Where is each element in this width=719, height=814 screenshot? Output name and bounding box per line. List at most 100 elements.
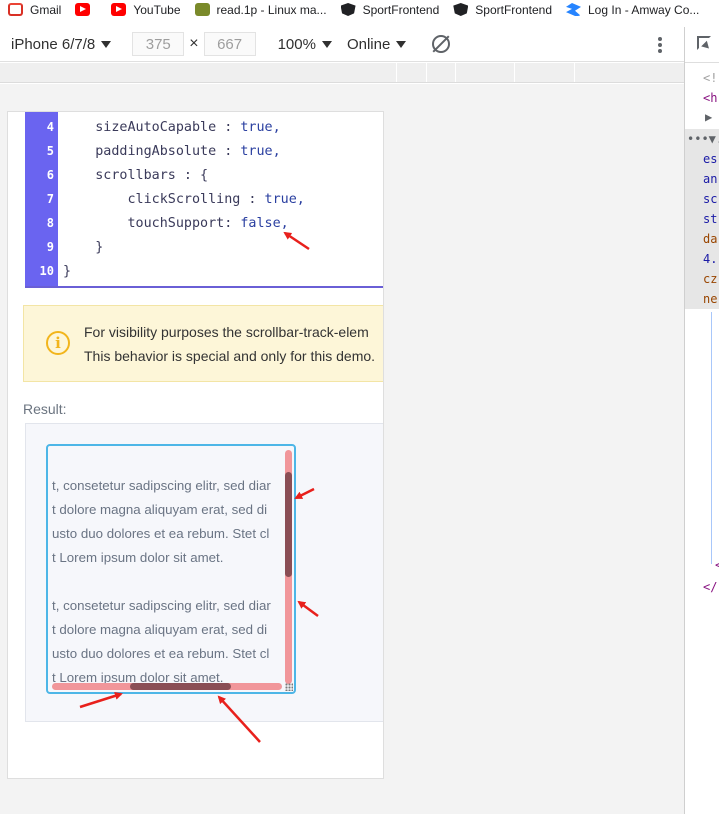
- ruler-segment: [574, 63, 575, 82]
- code-text: }: [58, 264, 71, 279]
- device-toolbar: iPhone 6/7/8 375 × 667 100% Online: [0, 27, 684, 62]
- network-throttle-select[interactable]: Online: [346, 35, 407, 53]
- code-text: sizeAutoCapable : true,: [58, 119, 281, 135]
- demo-paragraph: t, consetetur sadipscing elitr, sed diar…: [52, 594, 271, 690]
- dom-node-line[interactable]: es: [703, 151, 717, 167]
- bookmark-label: SportFrontend: [362, 2, 440, 17]
- code-text: scrollbars : {: [58, 168, 208, 183]
- chevron-down-icon: [321, 40, 332, 48]
- code-key: clickScrolling :: [63, 191, 265, 207]
- zoom-select[interactable]: 100%: [278, 36, 332, 53]
- bookmark-label: Log In - Amway Co...: [588, 2, 700, 17]
- demo-text-line: t, consetetur sadipscing elitr, sed diar: [52, 598, 271, 613]
- device-select[interactable]: iPhone 6/7/8: [11, 35, 112, 53]
- bookmark-amway[interactable]: Log In - Amway Co...: [566, 3, 699, 17]
- height-input[interactable]: 667: [203, 32, 256, 56]
- code-key: sizeAutoCapable :: [63, 119, 241, 135]
- code-key: touchSupport:: [63, 215, 241, 231]
- bookmarks-bar: Gmail YouTube read.1p - Linux ma... Spor…: [0, 0, 719, 19]
- code-key: }: [63, 263, 72, 279]
- confluence-icon: [566, 3, 581, 16]
- bookmark-label: Gmail: [30, 2, 62, 17]
- code-line: 8 touchSupport: false,: [25, 211, 383, 235]
- line-number: 6: [46, 168, 54, 182]
- horizontal-scrollbar-thumb[interactable]: [130, 683, 232, 690]
- dom-node-line[interactable]: <!: [703, 70, 717, 86]
- devtools-panel: <! <h ▶ . •••▼. es an sc st da 4. cz ne …: [684, 27, 719, 814]
- read-icon: [194, 3, 210, 16]
- more-options-icon[interactable]: [658, 37, 662, 53]
- bookmark-youtube-icon-only[interactable]: [75, 3, 97, 16]
- dom-node-line[interactable]: st: [703, 211, 717, 227]
- code-line: 10}: [25, 259, 383, 283]
- code-key: }: [63, 239, 104, 255]
- code-key: scrollbars : {: [63, 167, 209, 183]
- dom-node-line[interactable]: •••▼.: [687, 131, 719, 147]
- dimension-separator: ×: [189, 35, 199, 52]
- bookmark-read1p[interactable]: read.1p - Linux ma...: [194, 2, 327, 17]
- notice-line: For visibility purposes the scrollbar-tr…: [84, 324, 369, 340]
- scroll-demo-container[interactable]: t, consetetur sadipscing elitr, sed diar…: [46, 444, 296, 694]
- dom-node-line[interactable]: da: [703, 231, 717, 247]
- ruler-segment: [455, 63, 456, 82]
- line-number: 4: [46, 120, 54, 134]
- ruler-segment: [396, 63, 397, 82]
- bookmark-youtube[interactable]: YouTube: [111, 3, 181, 17]
- code-block: 4 sizeAutoCapable : true, 5 paddingAbsol…: [25, 112, 383, 288]
- width-input[interactable]: 375: [132, 32, 185, 56]
- device-screen: 4 sizeAutoCapable : true, 5 paddingAbsol…: [7, 111, 384, 779]
- demo-paragraph: t, consetetur sadipscing elitr, sed diar…: [52, 474, 271, 570]
- bookmark-sportfrontend-1[interactable]: SportFrontend: [340, 2, 440, 17]
- dom-node-line[interactable]: sc: [703, 191, 717, 207]
- demo-text-line: usto duo dolores et ea rebum. Stet cl: [52, 646, 270, 661]
- line-number: 9: [46, 240, 54, 254]
- dom-node-line[interactable]: cz: [703, 271, 717, 287]
- tree-indent-guide: [711, 312, 712, 564]
- bookmark-gmail[interactable]: Gmail: [8, 3, 61, 17]
- youtube-icon: [75, 3, 91, 16]
- youtube-icon: [111, 3, 127, 16]
- code-value: false,: [240, 215, 289, 231]
- notice-text: For visibility purposes the scrollbar-tr…: [84, 320, 383, 368]
- dom-node-line[interactable]: ne: [703, 291, 717, 307]
- device-name: iPhone 6/7/8: [11, 35, 96, 53]
- code-value: true,: [240, 143, 281, 159]
- dom-node-line[interactable]: 4.: [703, 251, 717, 267]
- zoom-value: 100%: [277, 35, 316, 53]
- code-value: true,: [264, 191, 305, 207]
- emulated-viewport: 4 sizeAutoCapable : true, 5 paddingAbsol…: [0, 84, 684, 814]
- code-text: }: [58, 240, 103, 255]
- network-value: Online: [346, 35, 391, 53]
- angular-icon: [340, 3, 356, 16]
- bookmark-label: SportFrontend: [475, 2, 552, 17]
- resize-handle-icon[interactable]: [285, 683, 293, 691]
- code-line: 9 }: [25, 235, 383, 259]
- demo-text-line: t dolore magna aliquyam erat, sed di: [52, 622, 268, 637]
- code-line: 4 sizeAutoCapable : true,: [25, 115, 383, 139]
- ruler-segment: [514, 63, 515, 82]
- dom-node-line[interactable]: an: [703, 171, 717, 187]
- dom-node-line[interactable]: </: [703, 579, 717, 595]
- media-query-ruler: [0, 63, 684, 83]
- result-panel: t, consetetur sadipscing elitr, sed diar…: [25, 423, 383, 722]
- dom-node-line[interactable]: <h: [703, 90, 717, 106]
- angular-icon: [453, 3, 469, 16]
- notice-line: This behavior is special and only for th…: [84, 348, 376, 364]
- dom-node-line[interactable]: ▶ .: [705, 109, 719, 125]
- ruler-segment: [426, 63, 427, 82]
- bookmark-label: read.1p - Linux ma...: [216, 2, 327, 17]
- inspect-element-icon[interactable]: [697, 36, 711, 50]
- rotate-icon[interactable]: [432, 35, 451, 53]
- vertical-scrollbar-thumb[interactable]: [285, 471, 292, 578]
- chevron-down-icon: [101, 40, 112, 48]
- code-key: paddingAbsolute :: [63, 143, 241, 159]
- info-icon: i: [46, 331, 70, 355]
- dom-node-line[interactable]: <: [715, 557, 719, 573]
- line-number: 5: [46, 144, 54, 158]
- code-text: touchSupport: false,: [58, 215, 289, 231]
- code-text: clickScrolling : true,: [58, 191, 305, 207]
- bookmark-sportfrontend-2[interactable]: SportFrontend: [453, 3, 552, 17]
- result-label: Result:: [23, 401, 67, 417]
- code-value: true,: [240, 119, 281, 135]
- devtools-divider: [685, 62, 719, 63]
